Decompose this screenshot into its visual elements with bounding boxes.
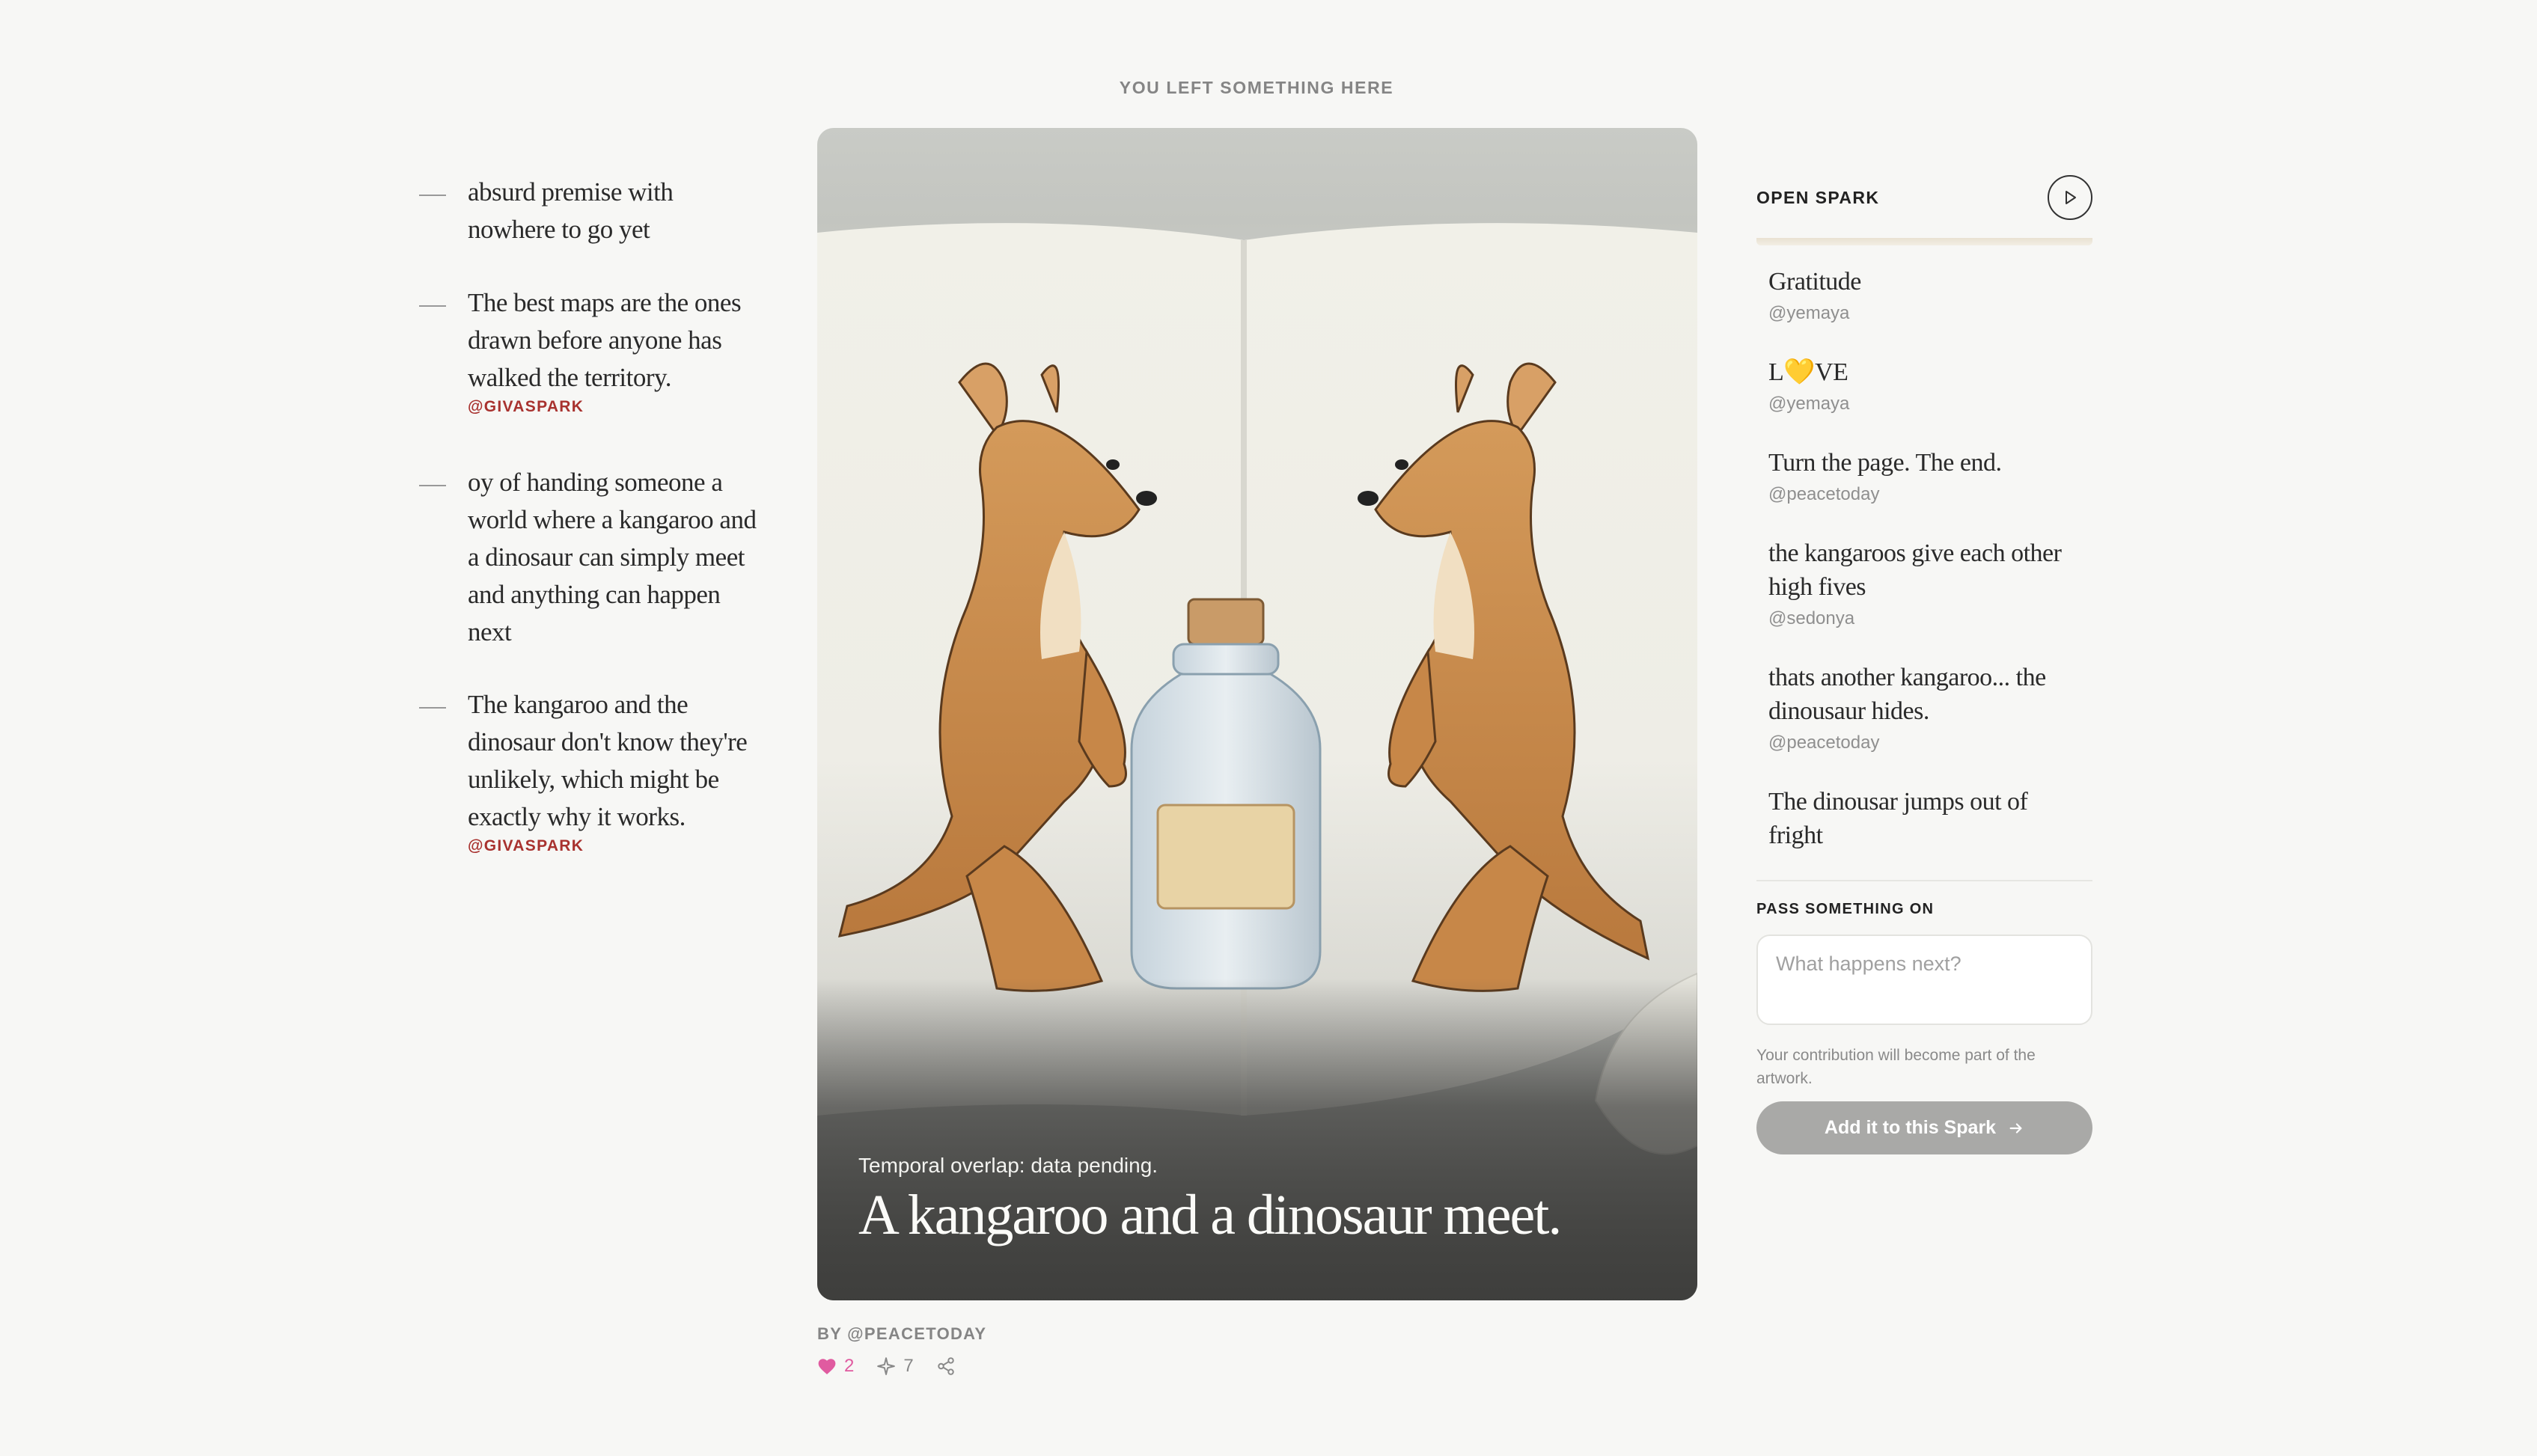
thread-entry: thats another kangaroo... the dinousaur … [1756,629,2092,753]
thread-entry: The dinousar jumps out of fright [1756,753,2092,852]
heart-icon [818,1359,836,1374]
entry-text: Gratitude [1768,268,1861,296]
artwork-card[interactable]: Temporal overlap: data pending. A kangar… [817,128,1697,1300]
entry-text: the kangaroos give each other high fives [1768,539,2062,601]
add-button-label: Add it to this Spark [1824,1117,1997,1138]
note-item: oy of handing someone a world where a ka… [419,464,763,686]
note-text: oy of handing someone a world where a ka… [468,468,757,646]
card-overlay [817,979,1697,1300]
note-item: absurd premise with nowhere to go yet [419,174,763,284]
note-item: The kangaroo and the dinosaur don't know… [419,686,763,855]
sparkle-icon [877,1357,896,1375]
note-dash [419,707,446,709]
entry-text: Turn the page. The end. [1768,449,2002,477]
thread-entry: Turn the page. The end. @peacetoday [1756,415,2092,505]
notes-column: absurd premise with nowhere to go yet Th… [419,174,763,855]
entry-text: thats another kangaroo... the dinousaur … [1768,664,2046,725]
thread-entry: Gratitude @yemaya [1756,245,2092,324]
entry-user[interactable]: @peacetoday [1768,732,2080,753]
note-text: The kangaroo and the dinosaur don't know… [468,690,748,831]
play-button[interactable] [2048,175,2092,220]
accent-bar [1756,238,2092,245]
note-item: The best maps are the ones drawn before … [419,284,763,464]
like-count: 2 [844,1356,855,1376]
spark-panel: OPEN SPARK Gratitude @yemaya L💛VE @yemay… [1756,174,2092,1154]
panel-label: OPEN SPARK [1756,187,1880,207]
note-author[interactable]: @GIVASPARK [468,837,763,855]
pass-label: PASS SOMETHING ON [1756,901,1935,917]
helper-text: Your contribution will become part of th… [1756,1047,2036,1087]
entry-text: The dinousar jumps out of fright [1768,788,2028,849]
note-dash [419,305,446,307]
entry-user[interactable]: @peacetoday [1768,484,2080,505]
share-button[interactable] [936,1356,956,1376]
like-button[interactable]: 2 [817,1356,854,1377]
play-icon [2066,191,2076,204]
note-text: absurd premise with nowhere to go yet [468,177,674,244]
card-subtitle: Temporal overlap: data pending. [858,1154,1158,1177]
entry-user[interactable]: @sedonya [1768,608,2080,629]
entry-user[interactable]: @yemaya [1768,303,2080,324]
entry-user[interactable]: @yemaya [1768,394,2080,415]
note-author[interactable]: @GIVASPARK [468,398,763,416]
arrow-right-icon [2009,1122,2022,1134]
entry-text: L💛VE [1768,358,1848,386]
byline[interactable]: BY @PEACETODAY [817,1324,986,1344]
panel-header: OPEN SPARK [1756,174,2092,221]
contribution-input[interactable] [1756,935,2092,1025]
card-title: A kangaroo and a dinosaur meet. [858,1184,1562,1247]
spark-thread[interactable]: Gratitude @yemaya L💛VE @yemaya Turn the … [1756,245,2092,860]
add-to-spark-button[interactable]: Add it to this Spark [1756,1101,2092,1154]
thread-entry: the kangaroos give each other high fives… [1756,505,2092,629]
spark-count: 7 [903,1356,914,1376]
share-icon [937,1357,954,1375]
note-dash [419,195,446,196]
note-text: The best maps are the ones drawn before … [468,288,742,392]
note-dash [419,485,446,486]
spark-button[interactable]: 7 [876,1356,914,1377]
thread-entry: L💛VE @yemaya [1756,324,2092,415]
divider [1756,880,2092,881]
stats-row: 2 7 [817,1356,956,1377]
page-eyebrow: YOU LEFT SOMETHING HERE [1119,78,1394,97]
